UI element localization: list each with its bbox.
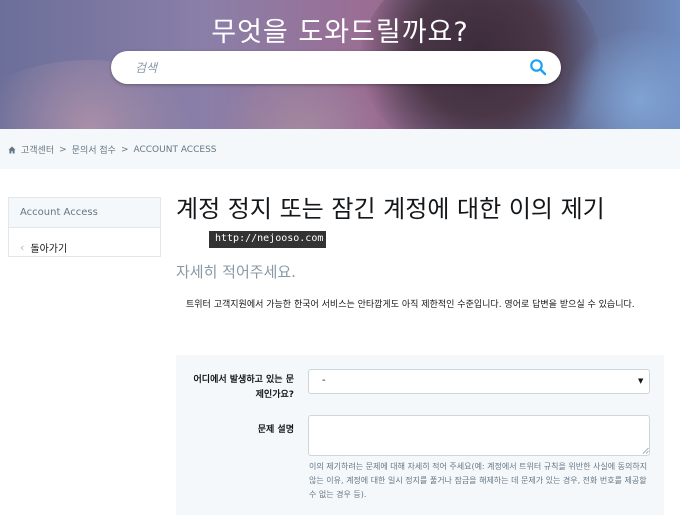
back-link[interactable]: ‹ 돌아가기 — [9, 228, 160, 257]
chevron-left-icon: ‹ — [20, 240, 25, 254]
description-help-text: 이의 제기하려는 문제에 대해 자세히 적어 주세요(예: 계정에서 트위터 규… — [309, 462, 648, 499]
breadcrumb-separator: > — [120, 144, 129, 155]
hero-banner: 무엇을 도와드릴까요? — [0, 0, 680, 129]
breadcrumb-home[interactable]: 고객센터 — [21, 143, 54, 156]
description-textarea[interactable] — [308, 415, 650, 456]
back-label: 돌아가기 — [30, 243, 68, 255]
home-icon — [8, 146, 16, 153]
sidebar-card: Account Access ‹ 돌아가기 — [8, 197, 161, 257]
hero-title: 무엇을 도와드릴까요? — [211, 17, 469, 48]
breadcrumb: 고객센터 > 문의서 접수 > ACCOUNT ACCESS — [8, 143, 217, 156]
search-input[interactable] — [135, 58, 515, 78]
location-select[interactable]: - — [308, 369, 650, 394]
caret-down-icon: ▼ — [638, 377, 644, 385]
page-subtitle: 자세히 적어주세요. — [176, 263, 296, 281]
language-notice: 트위터 고객지원에서 가능한 한국어 서비스는 안타깝게도 아직 제한적인 수준… — [186, 300, 635, 310]
search-icon[interactable] — [529, 58, 547, 76]
search-box[interactable] — [111, 51, 561, 84]
breadcrumb-level3[interactable]: ACCOUNT ACCESS — [133, 145, 216, 155]
breadcrumb-level2[interactable]: 문의서 접수 — [72, 143, 116, 156]
sidebar-heading: Account Access — [9, 198, 160, 228]
page-title: 계정 정지 또는 잠긴 계정에 대한 이의 제기 — [176, 195, 605, 223]
watermark: http://nejooso.com — [209, 231, 326, 248]
resize-handle-icon[interactable] — [642, 447, 649, 454]
breadcrumb-separator: > — [59, 144, 67, 155]
location-label: 어디에서 발생하고 있는 문제인가요? — [193, 375, 294, 400]
description-label: 문제 설명 — [257, 425, 294, 435]
